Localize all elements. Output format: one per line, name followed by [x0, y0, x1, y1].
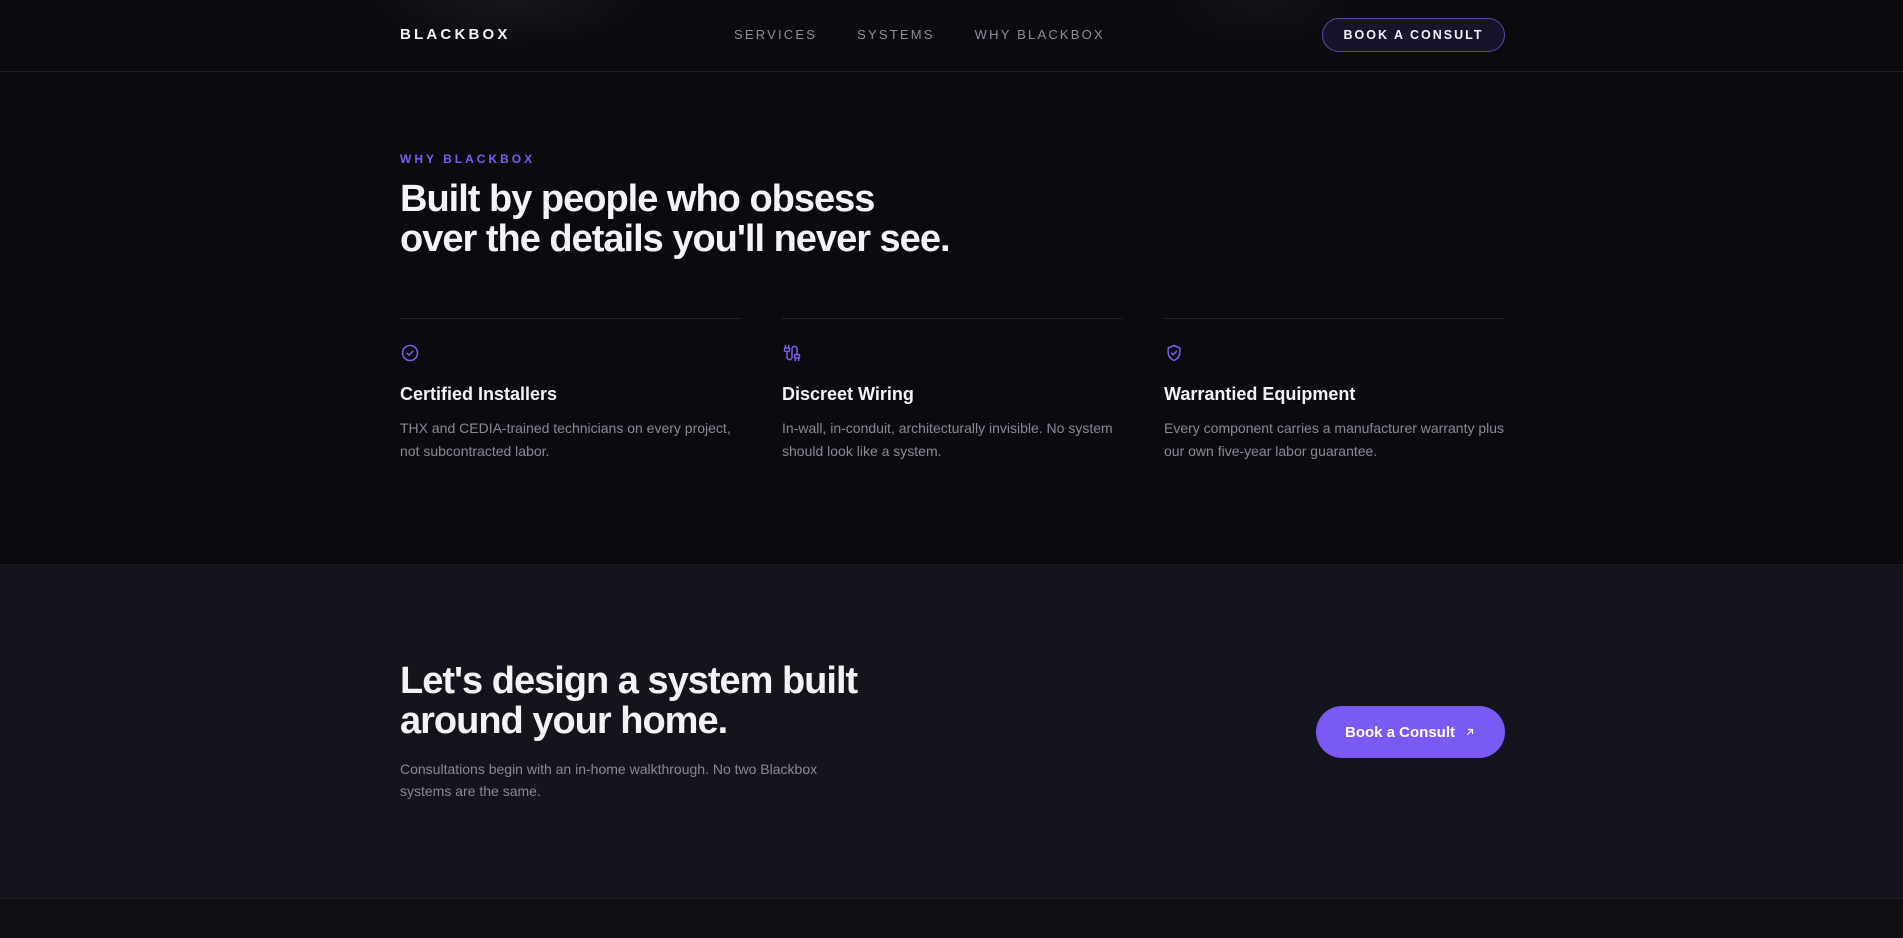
- book-consult-nav-button[interactable]: BOOK A CONSULT: [1322, 18, 1505, 52]
- page: BLACKBOX SERVICES SYSTEMS WHY BLACKBOX B…: [0, 0, 1903, 938]
- consult-cta-section: Let's design a system built around your …: [0, 565, 1903, 899]
- nav-link-systems[interactable]: SYSTEMS: [857, 27, 935, 42]
- feature-divider: [782, 318, 1123, 319]
- brand-logo[interactable]: BLACKBOX: [400, 26, 511, 43]
- top-navigation: BLACKBOX SERVICES SYSTEMS WHY BLACKBOX B…: [0, 0, 1903, 72]
- feature-title: Certified Installers: [400, 384, 558, 404]
- cta-heading: Let's design a system built around your …: [400, 660, 858, 742]
- feature-description: THX and CEDIA-trained technicians on eve…: [400, 420, 731, 459]
- feature-certified-installers: Certified Installers THX and CEDIA-train…: [400, 318, 741, 463]
- nav-link-why-blackbox[interactable]: WHY BLACKBOX: [975, 27, 1105, 42]
- book-consult-button[interactable]: Book a Consult: [1316, 706, 1505, 758]
- cable-icon: [783, 344, 801, 362]
- feature-discreet-wiring: Discreet Wiring In-wall, in-conduit, arc…: [782, 318, 1123, 463]
- feature-divider: [1164, 318, 1505, 319]
- book-consult-button-label: Book a Consult: [1344, 723, 1455, 741]
- nav-links: SERVICES SYSTEMS WHY BLACKBOX: [734, 27, 1145, 42]
- feature-divider: [400, 318, 741, 319]
- feature-warrantied-equipment: Warrantied Equipment Every component car…: [1164, 318, 1505, 463]
- badge-check-icon: [401, 344, 419, 362]
- feature-description: Every component carries a manufacturer w…: [1164, 420, 1505, 459]
- nav-link-services[interactable]: SERVICES: [734, 27, 817, 42]
- next-section-edge: [0, 900, 1903, 938]
- shield-check-icon: [1167, 344, 1181, 362]
- section-eyebrow: WHY BLACKBOX: [400, 152, 536, 166]
- feature-title: Discreet Wiring: [782, 384, 914, 404]
- cta-subtext: Consultations begin with an in-home walk…: [400, 761, 818, 799]
- why-blackbox-section: WHY BLACKBOX Built by people who obsess …: [0, 73, 1903, 565]
- arrow-up-right-icon: [1466, 728, 1474, 736]
- feature-description: In-wall, in-conduit, architecturally inv…: [782, 420, 1113, 459]
- section-heading: Built by people who obsess over the deta…: [400, 178, 951, 260]
- feature-title: Warrantied Equipment: [1164, 384, 1356, 404]
